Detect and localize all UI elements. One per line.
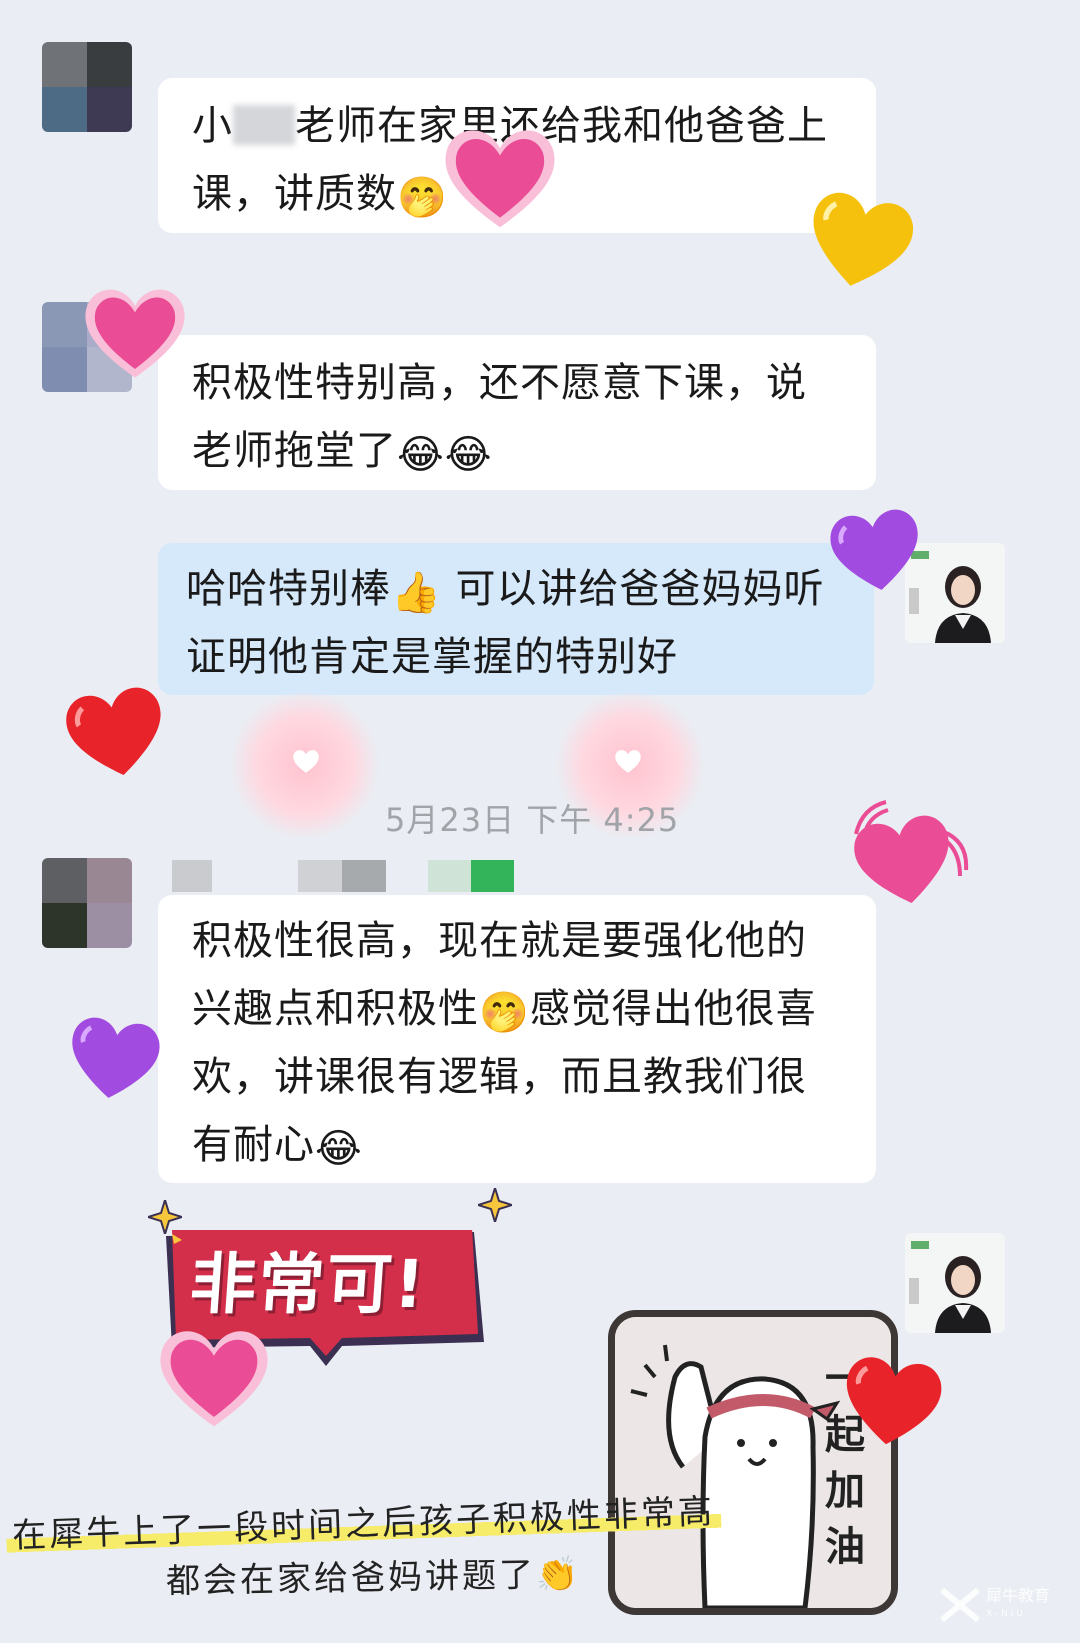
- yellow-heart-icon: [813, 192, 913, 286]
- small-heart-icon: [293, 750, 319, 773]
- parent-avatar[interactable]: [42, 42, 132, 132]
- pink-heart-icon: [160, 1331, 268, 1427]
- brand-watermark: 犀牛教育 X-NIU: [940, 1587, 1050, 1623]
- purple-heart-icon: [72, 1017, 160, 1098]
- sender-name-redacted: [428, 860, 514, 892]
- small-heart-icon: [615, 750, 641, 773]
- message-text: 哈哈特别棒: [186, 566, 391, 612]
- purple-heart-icon: [830, 509, 918, 590]
- heart-pulse-lines: [854, 800, 889, 837]
- parent-avatar[interactable]: [42, 858, 132, 948]
- pink-heart-icon: [445, 130, 555, 228]
- sender-name-redacted: [298, 860, 386, 892]
- sparkle-icon: [148, 1200, 182, 1234]
- tears-of-joy-emoji-icon: 😂😂: [397, 432, 493, 478]
- message-bubble[interactable]: 积极性很高，现在就是要强化他的兴趣点和积极性🤭感觉得出他很喜欢，讲课很有逻辑，而…: [158, 895, 876, 1183]
- clap-icon: 👏: [535, 1554, 582, 1596]
- red-heart-icon: [66, 687, 161, 776]
- tears-of-joy-emoji-icon: 😂: [315, 1126, 363, 1172]
- thumbs-up-emoji-icon: 👍: [391, 570, 442, 616]
- caption-line-2: 都会在家给爸妈讲题了👏: [166, 1546, 582, 1602]
- sparkle-icon: [478, 1188, 512, 1222]
- message-bubble-self[interactable]: 哈哈特别棒👍 可以讲给爸爸妈妈听证明他肯定是掌握的特别好: [158, 543, 874, 695]
- teacher-avatar[interactable]: [905, 1233, 1005, 1333]
- blurred-name: [233, 105, 295, 145]
- message-text: 小: [192, 103, 233, 149]
- x-logo-icon: [940, 1588, 980, 1622]
- message-text: 积极性特别高，还不愿意下课，说老师拖堂了: [192, 360, 807, 474]
- caption-text: 都会在家给爸妈讲题了: [165, 1555, 537, 1602]
- chat-timestamp: 5月23日 下午 4:25: [385, 801, 680, 839]
- message-bubble[interactable]: 积极性特别高，还不愿意下课，说老师拖堂了😂😂: [158, 335, 876, 490]
- watermark-sub: X-NIU: [985, 1609, 1026, 1619]
- pink-heart-icon: [85, 289, 185, 378]
- watermark-brand: 犀牛教育: [985, 1586, 1050, 1605]
- hand-over-mouth-emoji-icon: 🤭: [479, 990, 530, 1036]
- heart-pulse-lines: [933, 830, 969, 877]
- red-heart-icon: [846, 1357, 942, 1445]
- sender-name-redacted: [172, 860, 212, 892]
- sticker-text: 非常可!: [187, 1246, 429, 1323]
